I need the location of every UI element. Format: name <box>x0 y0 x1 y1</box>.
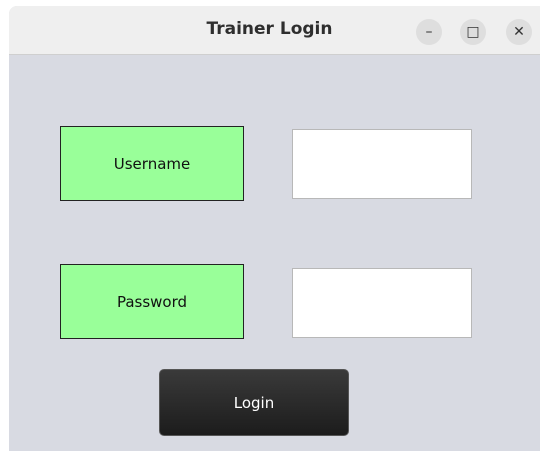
close-button[interactable]: ✕ <box>506 19 532 45</box>
title-bar[interactable]: Trainer Login – □ ✕ <box>9 6 540 55</box>
close-icon: ✕ <box>513 24 525 40</box>
username-field[interactable] <box>292 129 472 199</box>
login-button[interactable]: Login <box>159 369 349 436</box>
password-label: Password <box>60 264 244 339</box>
minimize-icon: – <box>425 24 433 40</box>
password-field[interactable] <box>292 268 472 338</box>
username-label: Username <box>60 126 244 201</box>
maximize-icon: □ <box>466 24 480 40</box>
minimize-button[interactable]: – <box>416 19 442 45</box>
login-window: Trainer Login – □ ✕ Username Password Lo… <box>9 6 540 451</box>
maximize-button[interactable]: □ <box>460 19 486 45</box>
